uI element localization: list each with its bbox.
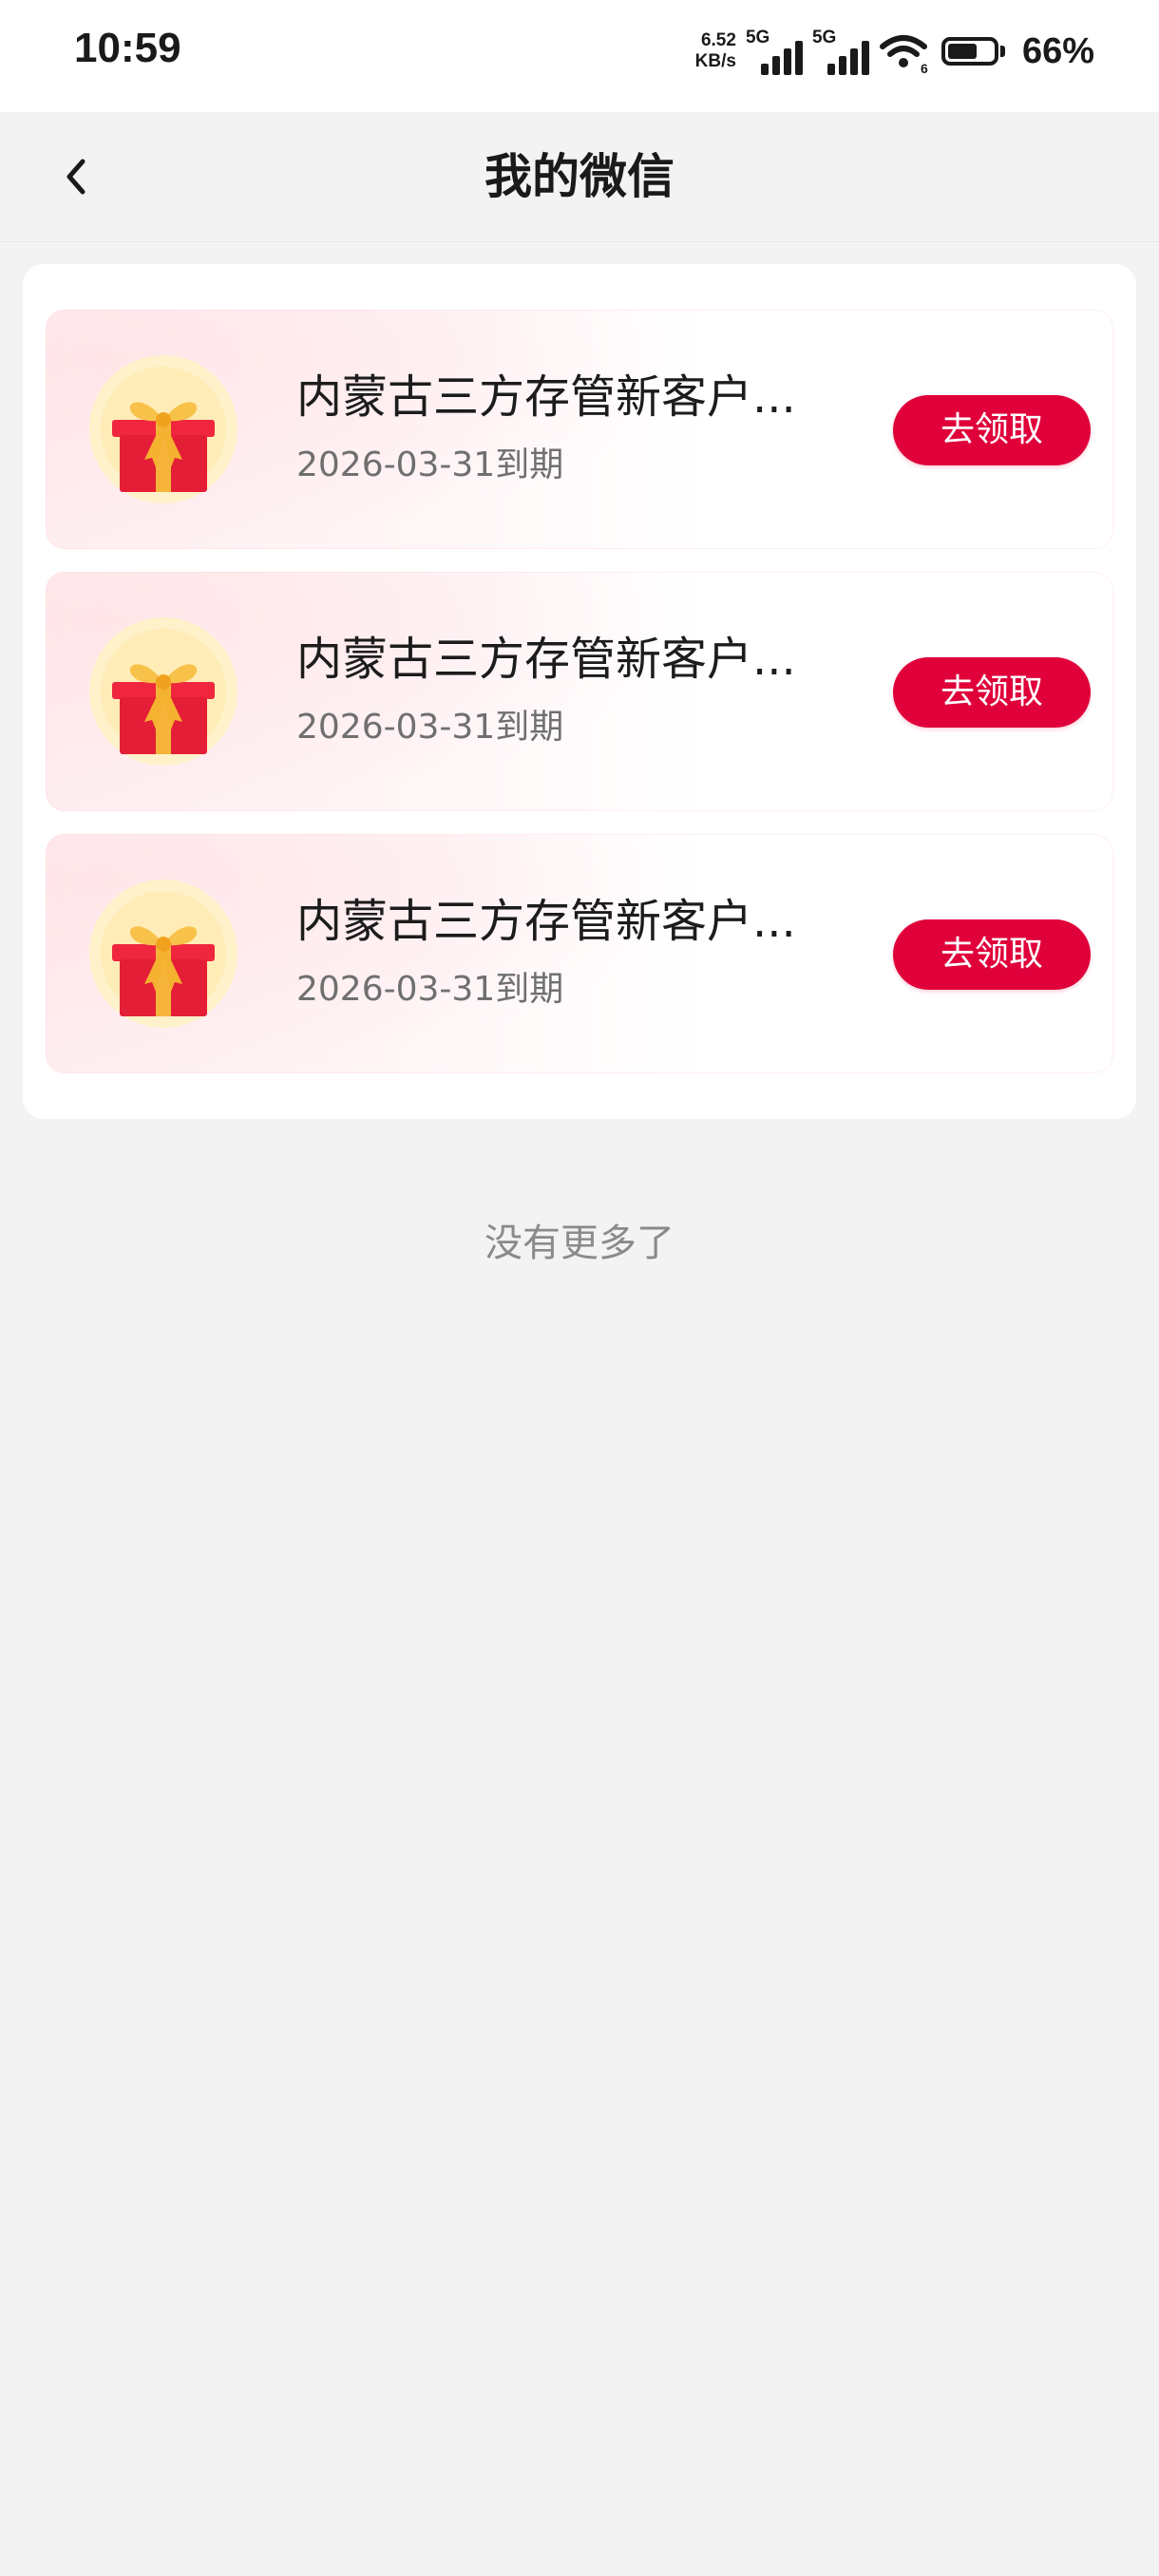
coupon-item: 内蒙古三方存管新客户... 2026-03-31到期 去领取 — [46, 834, 1113, 1073]
battery-fill — [947, 44, 978, 59]
coupon-expiry: 2026-03-31到期 — [296, 970, 564, 1009]
coupon-item: 内蒙古三方存管新客户... 2026-03-31到期 去领取 — [46, 572, 1113, 811]
coupon-title: 内蒙古三方存管新客户... — [296, 633, 796, 686]
coupon-title: 内蒙古三方存管新客户... — [296, 895, 796, 948]
claim-button[interactable]: 去领取 — [893, 657, 1091, 728]
status-time: 10:59 — [74, 25, 181, 71]
coupon-expiry: 2026-03-31到期 — [296, 445, 564, 484]
gift-box-icon — [89, 880, 238, 1028]
gift-box-icon — [89, 617, 238, 766]
status-bar: 10:59 6.52 KB/s 5G 5G 6 66% — [0, 0, 1159, 112]
wifi-icon: 6 — [879, 35, 928, 75]
network-speed-unit: KB/s — [694, 51, 736, 71]
battery-icon — [940, 37, 1005, 66]
page-title: 我的微信 — [484, 149, 674, 204]
coupon-title: 内蒙古三方存管新客户... — [296, 370, 796, 424]
signal-sim1-icon: 5G — [746, 28, 803, 75]
network-speed-value: 6.52 — [700, 30, 736, 50]
wifi-badge: 6 — [921, 61, 928, 75]
battery-percent: 66% — [1021, 30, 1094, 71]
status-icons: 6.52 KB/s 5G 5G 6 66% — [695, 25, 1094, 78]
claim-button[interactable]: 去领取 — [893, 919, 1091, 990]
app-header: 我的微信 — [0, 112, 1159, 242]
signal-sim2-icon: 5G — [812, 28, 869, 75]
coupon-item: 内蒙古三方存管新客户... 2026-03-31到期 去领取 — [46, 310, 1113, 549]
coupon-expiry: 2026-03-31到期 — [296, 708, 564, 747]
claim-button[interactable]: 去领取 — [893, 395, 1091, 465]
no-more-text: 没有更多了 — [484, 1222, 674, 1265]
coupon-list: 内蒙古三方存管新客户... 2026-03-31到期 去领取 内蒙古三方存管新客… — [23, 264, 1136, 1119]
gift-box-icon — [89, 355, 238, 503]
network-speed: 6.52 KB/s — [695, 30, 736, 72]
